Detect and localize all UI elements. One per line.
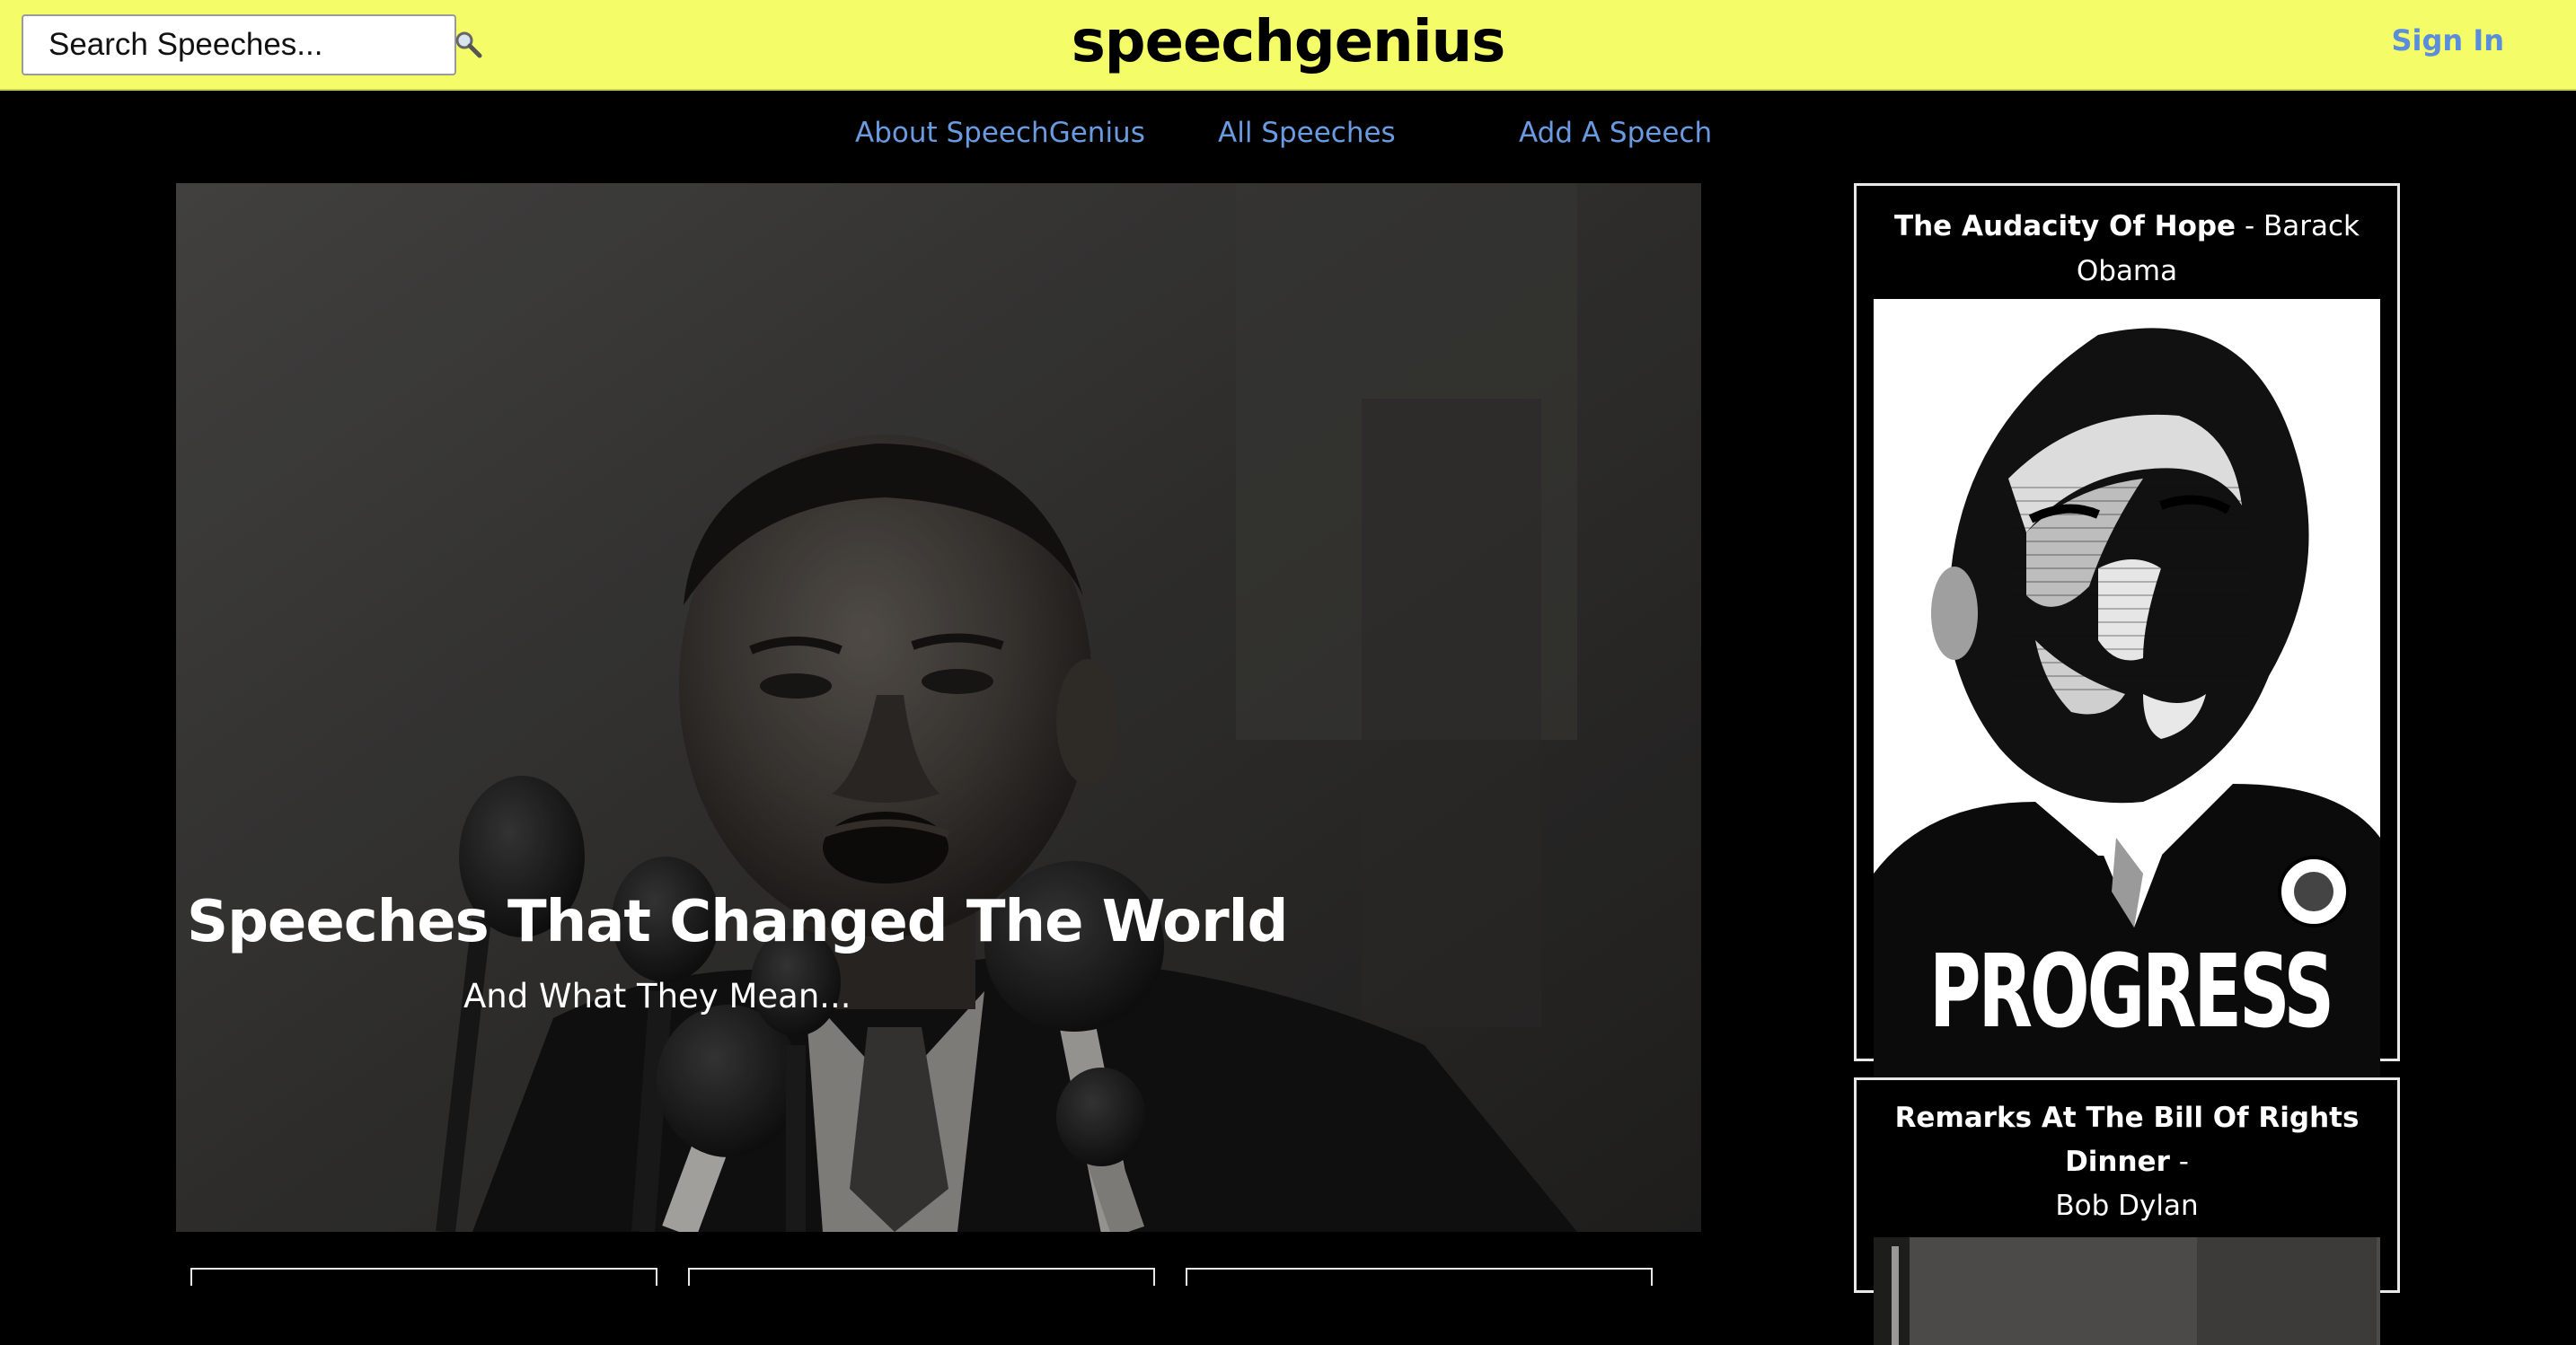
speech-card-poster[interactable]: PROGRESS [1874,299,2380,1078]
speech-card[interactable]: Remarks At The Bill Of Rights Dinner - B… [1854,1077,2400,1345]
speech-card-title[interactable]: Remarks At The Bill Of Rights Dinner - B… [1857,1080,2397,1237]
brand-name[interactable]: speechgenius [1072,9,1506,75]
featured-speech-card[interactable] [688,1268,1155,1286]
nav-about[interactable]: About SpeechGenius [855,117,1145,149]
speech-card-title[interactable]: The Audacity Of Hope - Barack Obama [1857,186,2397,299]
featured-speech-card[interactable] [1186,1268,1653,1286]
search-input[interactable] [49,22,454,67]
search-box[interactable] [22,14,482,75]
nav-all-speeches[interactable]: All Speeches [1218,117,1396,149]
poster-text: PROGRESS [1929,934,2334,1051]
speech-card-image[interactable] [1874,1237,2380,1345]
speech-title: Remarks At The Bill Of Rights Dinner [1894,1102,2360,1178]
search-icon[interactable] [454,30,484,60]
sign-in-link[interactable]: Sign In [2391,23,2504,57]
speech-speaker: Bob Dylan [2055,1190,2199,1222]
featured-speech-card[interactable] [190,1268,657,1286]
hero-banner: Speeches That Changed The World And What… [176,183,1701,1232]
hero-title: Speeches That Changed The World [187,889,1288,955]
dylan-photo [1874,1237,2380,1345]
speech-title: The Audacity Of Hope [1893,210,2236,242]
hero-speaker-photo [176,183,1701,1232]
top-bar: speechgenius Sign In [0,0,2576,91]
nav-add-speech[interactable]: Add A Speech [1519,117,1712,149]
speech-card[interactable]: The Audacity Of Hope - Barack Obama PROG… [1854,183,2400,1078]
hero-subtitle: And What They Mean... [463,977,851,1015]
